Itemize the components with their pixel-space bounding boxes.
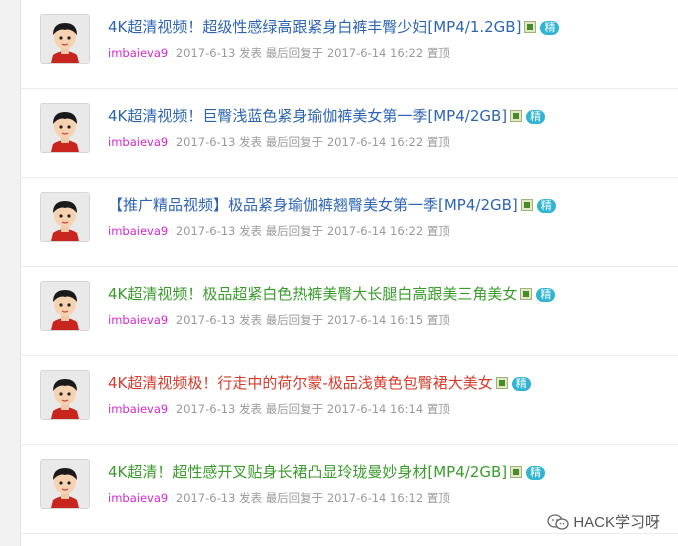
thread-title[interactable]: 4K超清视频！超级性感绿高跟紧身白裤丰臀少妇[MP4/1.2GB] 精 bbox=[108, 17, 560, 37]
digest-badge: 精 bbox=[536, 288, 556, 302]
avatar[interactable] bbox=[40, 459, 90, 509]
reply-time: 2017-6-14 16:22 bbox=[326, 46, 424, 60]
thread-meta: imbaieva9 2017-6-13 发表 最后回复于 2017-6-14 1… bbox=[108, 312, 450, 328]
author-link[interactable]: imbaieva9 bbox=[108, 46, 168, 60]
thread-title[interactable]: 4K超清视频！巨臀浅蓝色紧身瑜伽裤美女第一季[MP4/2GB] 精 bbox=[108, 106, 546, 126]
thread-meta: imbaieva9 2017-6-13 发表 最后回复于 2017-6-14 1… bbox=[108, 223, 450, 239]
post-date: 2017-6-13 bbox=[175, 224, 236, 238]
post-label: 发表 bbox=[239, 313, 263, 327]
watermark: HACK学习呀 bbox=[547, 511, 660, 532]
thread-meta: imbaieva9 2017-6-13 发表 最后回复于 2017-6-14 1… bbox=[108, 401, 450, 417]
reply-time: 2017-6-14 16:14 bbox=[326, 402, 424, 416]
post-label: 发表 bbox=[239, 135, 263, 149]
attachment-icon bbox=[510, 110, 523, 122]
reply-label: 最后回复于 bbox=[265, 313, 324, 327]
avatar[interactable] bbox=[40, 281, 90, 331]
post-date: 2017-6-13 bbox=[175, 491, 236, 505]
thread-title[interactable]: 4K超清视频极！行走中的荷尔蒙-极品浅黄色包臀裙大美女精 bbox=[108, 373, 531, 393]
post-date: 2017-6-13 bbox=[175, 46, 236, 60]
attachment-icon bbox=[510, 466, 523, 478]
attachment-icon bbox=[524, 21, 537, 33]
pin-label: 置顶 bbox=[426, 491, 450, 505]
thread-title[interactable]: 4K超清视频！极品超紧白色热裤美臀大长腿白高跟美三角美女精 bbox=[108, 284, 556, 304]
digest-badge: 精 bbox=[536, 199, 556, 213]
avatar[interactable] bbox=[40, 192, 90, 242]
pin-label: 置顶 bbox=[426, 224, 450, 238]
thread-row: 【推广精品视频】极品紧身瑜伽裤翘臀美女第一季[MP4/2GB] 精 imbaiev… bbox=[21, 178, 678, 267]
digest-badge: 精 bbox=[540, 21, 560, 35]
avatar[interactable] bbox=[40, 14, 90, 64]
author-link[interactable]: imbaieva9 bbox=[108, 491, 168, 505]
thread-title[interactable]: 【推广精品视频】极品紧身瑜伽裤翘臀美女第一季[MP4/2GB] 精 bbox=[108, 195, 556, 215]
post-date: 2017-6-13 bbox=[175, 402, 236, 416]
pin-label: 置顶 bbox=[426, 313, 450, 327]
reply-label: 最后回复于 bbox=[265, 491, 324, 505]
thread-title[interactable]: 4K超清！超性感开叉贴身长裙凸显玲珑曼妙身材[MP4/2GB] 精 bbox=[108, 462, 546, 482]
thread-list: 4K超清视频！超级性感绿高跟紧身白裤丰臀少妇[MP4/1.2GB] 精 imbai… bbox=[21, 0, 678, 534]
attachment-icon bbox=[495, 377, 508, 389]
author-link[interactable]: imbaieva9 bbox=[108, 135, 168, 149]
reply-time: 2017-6-14 16:22 bbox=[326, 224, 424, 238]
pin-label: 置顶 bbox=[426, 46, 450, 60]
author-link[interactable]: imbaieva9 bbox=[108, 224, 168, 238]
reply-time: 2017-6-14 16:22 bbox=[326, 135, 424, 149]
thread-row: 4K超清视频极！行走中的荷尔蒙-极品浅黄色包臀裙大美女精 imbaieva9 2… bbox=[21, 356, 678, 445]
author-link[interactable]: imbaieva9 bbox=[108, 313, 168, 327]
post-label: 发表 bbox=[239, 224, 263, 238]
digest-badge: 精 bbox=[526, 466, 546, 480]
reply-time: 2017-6-14 16:12 bbox=[326, 491, 424, 505]
thread-meta: imbaieva9 2017-6-13 发表 最后回复于 2017-6-14 1… bbox=[108, 490, 450, 506]
thread-row: 4K超清视频！巨臀浅蓝色紧身瑜伽裤美女第一季[MP4/2GB] 精 imbaiev… bbox=[21, 89, 678, 178]
thread-row: 4K超清视频！超级性感绿高跟紧身白裤丰臀少妇[MP4/1.2GB] 精 imbai… bbox=[21, 0, 678, 89]
thread-row: 4K超清视频！极品超紧白色热裤美臀大长腿白高跟美三角美女精 imbaieva9 … bbox=[21, 267, 678, 356]
left-sidebar-strip bbox=[0, 0, 21, 546]
pin-label: 置顶 bbox=[426, 135, 450, 149]
thread-meta: imbaieva9 2017-6-13 发表 最后回复于 2017-6-14 1… bbox=[108, 45, 450, 61]
attachment-icon bbox=[520, 288, 533, 300]
digest-badge: 精 bbox=[511, 377, 531, 391]
author-link[interactable]: imbaieva9 bbox=[108, 402, 168, 416]
post-date: 2017-6-13 bbox=[175, 135, 236, 149]
reply-label: 最后回复于 bbox=[265, 135, 324, 149]
pin-label: 置顶 bbox=[426, 402, 450, 416]
post-label: 发表 bbox=[239, 491, 263, 505]
watermark-text: HACK学习呀 bbox=[573, 514, 660, 531]
post-label: 发表 bbox=[239, 46, 263, 60]
reply-time: 2017-6-14 16:15 bbox=[326, 313, 424, 327]
thread-meta: imbaieva9 2017-6-13 发表 最后回复于 2017-6-14 1… bbox=[108, 134, 450, 150]
digest-badge: 精 bbox=[526, 110, 546, 124]
wechat-icon bbox=[547, 514, 569, 530]
reply-label: 最后回复于 bbox=[265, 402, 324, 416]
avatar[interactable] bbox=[40, 370, 90, 420]
reply-label: 最后回复于 bbox=[265, 224, 324, 238]
avatar[interactable] bbox=[40, 103, 90, 153]
reply-label: 最后回复于 bbox=[265, 46, 324, 60]
post-date: 2017-6-13 bbox=[175, 313, 236, 327]
post-label: 发表 bbox=[239, 402, 263, 416]
attachment-icon bbox=[520, 199, 533, 211]
